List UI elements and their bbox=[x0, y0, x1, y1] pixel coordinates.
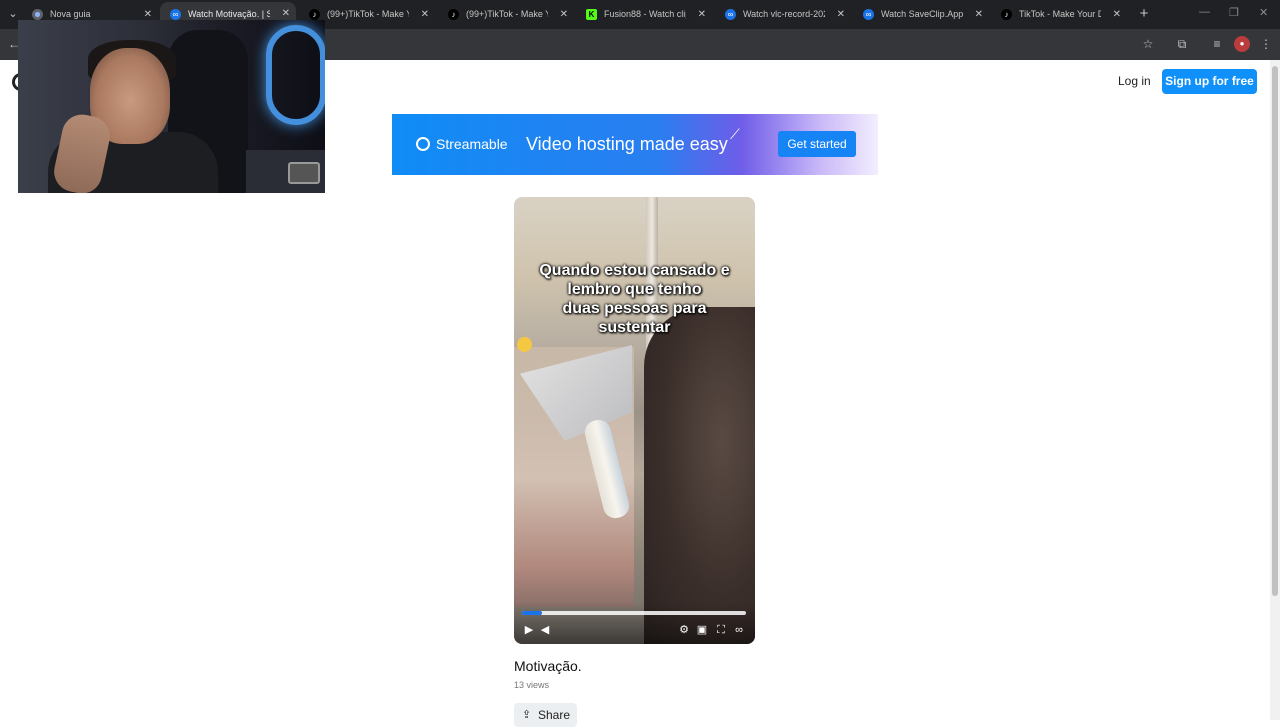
caption-line: sustentar bbox=[598, 319, 671, 336]
page-scrollbar[interactable] bbox=[1270, 60, 1280, 720]
tab-streamable-saveclip[interactable]: ∞ Watch SaveClip.App_AQO ✕ bbox=[853, 4, 989, 25]
close-icon[interactable]: ✕ bbox=[837, 4, 845, 25]
tab-title: (99+)TikTok - Make Your Day bbox=[327, 9, 409, 19]
streamable-icon: ∞ bbox=[863, 9, 874, 20]
tab-streamable-vlc[interactable]: ∞ Watch vlc-record-2026-0 ✕ bbox=[715, 4, 851, 25]
rgb-light bbox=[266, 25, 325, 125]
tab-tiktok-2[interactable]: ♪ (99+)TikTok - Make Your Day ✕ bbox=[438, 4, 574, 25]
emoji-icon bbox=[517, 337, 532, 352]
bookmark-star-icon[interactable]: ☆ bbox=[1140, 36, 1156, 52]
caption-line: Quando estou cansado e bbox=[539, 262, 730, 279]
window-close-icon[interactable]: ✕ bbox=[1259, 6, 1268, 19]
tab-title: Watch SaveClip.App_AQO bbox=[881, 9, 963, 19]
close-icon[interactable]: ✕ bbox=[698, 4, 706, 25]
new-tab-button[interactable]: + bbox=[1137, 5, 1151, 22]
streamable-icon: ∞ bbox=[170, 9, 181, 20]
video-frame-hand bbox=[644, 307, 755, 644]
share-icon: ⇪ bbox=[522, 709, 532, 721]
sparkle-icon: ⟋ bbox=[730, 126, 740, 142]
video-controls: ▶ ◀ ⚙ ▣ ⛶ ∞ bbox=[514, 603, 755, 644]
view-count: 13 views bbox=[514, 680, 550, 690]
login-link[interactable]: Log in bbox=[1118, 73, 1151, 89]
tab-kick-fusion88[interactable]: K Fusion88 - Watch clips on Kick ✕ bbox=[576, 4, 712, 25]
profile-avatar-icon[interactable]: ● bbox=[1234, 36, 1250, 52]
video-progress-bar[interactable] bbox=[522, 611, 746, 615]
tiktok-icon: ♪ bbox=[309, 9, 320, 20]
close-icon[interactable]: ✕ bbox=[975, 4, 983, 25]
media-control-icon[interactable]: ≡ bbox=[1209, 36, 1225, 52]
share-button[interactable]: ⇪ Share bbox=[514, 703, 577, 727]
volume-icon[interactable]: ◀ bbox=[538, 623, 552, 637]
minimize-icon[interactable]: — bbox=[1199, 6, 1210, 18]
caption-line: lembro que tenho bbox=[567, 281, 702, 298]
kick-icon: K bbox=[586, 9, 597, 20]
streamable-logo-icon bbox=[416, 137, 430, 151]
webcam-overlay bbox=[18, 20, 325, 193]
video-progress-fill bbox=[522, 611, 543, 615]
get-started-button[interactable]: Get started bbox=[778, 131, 856, 157]
close-icon[interactable]: ✕ bbox=[1113, 4, 1121, 25]
close-icon[interactable]: ✕ bbox=[560, 4, 568, 25]
close-icon[interactable]: ✕ bbox=[421, 4, 429, 25]
video-caption: Quando estou cansado e lembro que tenho … bbox=[514, 261, 755, 352]
fullscreen-icon[interactable]: ⛶ bbox=[714, 623, 728, 637]
ad-banner[interactable]: Streamable Video hosting made easy ⟋ Get… bbox=[392, 114, 878, 175]
maximize-icon[interactable]: ❐ bbox=[1229, 6, 1239, 19]
tab-tiktok-3[interactable]: ♪ TikTok - Make Your Day ✕ bbox=[991, 4, 1127, 25]
tab-title: Watch vlc-record-2026-0 bbox=[743, 9, 825, 19]
chrome-icon bbox=[32, 9, 43, 20]
picture-in-picture-icon[interactable]: ▣ bbox=[695, 623, 709, 637]
settings-gear-icon[interactable]: ⚙ bbox=[677, 623, 691, 637]
caption-line-last: sustentar bbox=[514, 318, 755, 352]
scrollbar-thumb[interactable] bbox=[1272, 66, 1278, 596]
play-icon[interactable]: ▶ bbox=[522, 623, 536, 637]
tiktok-icon: ♪ bbox=[448, 9, 459, 20]
address-bar[interactable] bbox=[330, 32, 1130, 57]
extensions-icon[interactable]: ⧉ bbox=[1174, 36, 1190, 52]
banner-tagline: Video hosting made easy bbox=[526, 134, 728, 154]
signup-button[interactable]: Sign up for free bbox=[1162, 69, 1257, 94]
streamable-logo-icon[interactable]: ∞ bbox=[732, 623, 746, 637]
tab-title: TikTok - Make Your Day bbox=[1019, 9, 1101, 19]
video-player[interactable]: Quando estou cansado e lembro que tenho … bbox=[514, 197, 755, 644]
stream-deck-device bbox=[288, 162, 320, 184]
tab-title: (99+)TikTok - Make Your Day bbox=[466, 9, 548, 19]
more-menu-icon[interactable]: ⋮ bbox=[1258, 36, 1274, 52]
streamable-icon: ∞ bbox=[725, 9, 736, 20]
caption-line: duas pessoas para bbox=[562, 300, 707, 317]
tab-title: Fusion88 - Watch clips on Kick bbox=[604, 9, 686, 19]
video-title: Motivação. bbox=[514, 658, 582, 674]
banner-brand: Streamable bbox=[436, 136, 508, 152]
tiktok-icon: ♪ bbox=[1001, 9, 1012, 20]
